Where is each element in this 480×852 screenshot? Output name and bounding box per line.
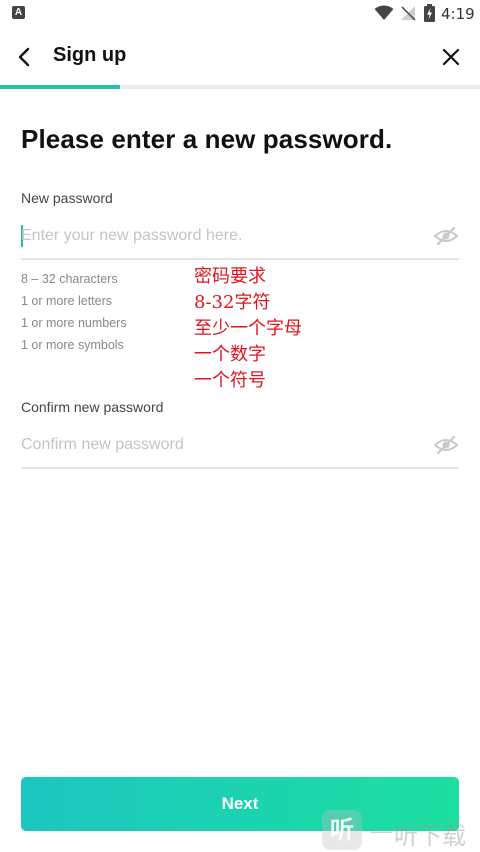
confirm-password-input[interactable] <box>21 425 431 465</box>
new-password-input[interactable] <box>21 216 431 256</box>
eye-hidden-icon[interactable] <box>434 435 458 455</box>
watermark-separator: — <box>370 818 392 843</box>
password-requirements: 8 – 32 characters 1 or more letters 1 or… <box>21 270 127 358</box>
app-notification-icon: A <box>12 6 25 19</box>
page-title: Please enter a new password. <box>21 124 393 154</box>
requirement-letters: 1 or more letters <box>21 294 113 308</box>
progress-bar <box>0 85 480 89</box>
app-header: Sign up <box>0 26 480 86</box>
annotation-line: 一个符号 <box>194 370 266 391</box>
close-button[interactable] <box>436 42 466 72</box>
annotation-line: 密码要求 <box>194 266 266 287</box>
watermark-logo: 听 <box>322 810 362 850</box>
watermark-text: 听下载 <box>394 822 466 850</box>
annotation-line: 至少一个字母 <box>194 318 302 339</box>
battery-charging-icon <box>424 4 435 22</box>
back-button[interactable] <box>10 42 40 72</box>
requirement-numbers: 1 or more numbers <box>21 316 127 330</box>
clock: 4:19 <box>441 5 475 23</box>
close-icon <box>442 48 460 66</box>
annotation-line: 8-32字符 <box>194 292 271 313</box>
new-password-underline <box>21 258 459 260</box>
no-signal-icon <box>401 6 416 21</box>
annotation-line: 一个数字 <box>194 344 266 365</box>
requirement-symbols: 1 or more symbols <box>21 338 124 352</box>
eye-hidden-icon[interactable] <box>434 226 458 246</box>
status-bar: A 4:19 <box>0 0 480 26</box>
confirm-password-underline <box>21 467 459 469</box>
requirements-annotation: 密码要求 8-32字符 至少一个字母 一个数字 一个符号 <box>194 264 302 394</box>
confirm-password-label: Confirm new password <box>21 399 164 415</box>
progress-bar-fill <box>0 85 120 89</box>
new-password-label: New password <box>21 190 113 206</box>
requirement-length: 8 – 32 characters <box>21 272 118 286</box>
wifi-icon <box>374 5 394 20</box>
chevron-left-icon <box>18 47 30 67</box>
header-title: Sign up <box>53 44 127 66</box>
